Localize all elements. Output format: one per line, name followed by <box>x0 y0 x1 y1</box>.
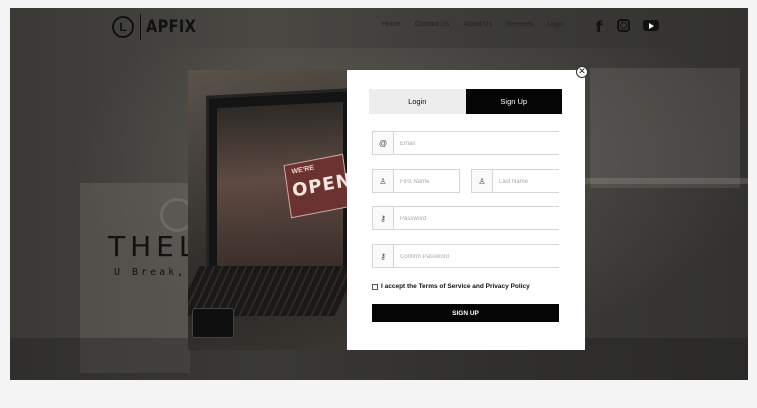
terms-row: I accept the Terms of Service and Privac… <box>372 283 530 290</box>
logo-text[interactable]: APFIX <box>146 17 196 37</box>
password-field: ⚷ <box>372 206 559 230</box>
sign-up-button[interactable]: SIGN UP <box>372 304 559 322</box>
nav-home[interactable]: Home <box>382 21 401 28</box>
nav-about-us[interactable]: About Us <box>463 21 492 28</box>
open-sign-small-text: WE'RE <box>291 164 315 176</box>
hero-title: THEL <box>108 230 200 263</box>
tab-signup[interactable]: Sign Up <box>465 89 562 114</box>
at-icon: @ <box>372 132 394 154</box>
open-sign: WE'RE OPEN <box>283 153 347 219</box>
youtube-icon[interactable] <box>643 20 659 31</box>
key-icon: ⚷ <box>372 245 394 267</box>
logo-icon[interactable]: L <box>112 16 134 38</box>
nav-login[interactable]: Login <box>547 21 564 28</box>
main-nav: Home Contact Us About Us Services Login <box>382 21 578 28</box>
terms-checkbox[interactable] <box>372 283 378 290</box>
open-sign-big-text: OPEN <box>290 169 347 202</box>
close-icon[interactable]: ✕ <box>576 66 588 78</box>
modal-image: WE'RE OPEN <box>188 70 347 350</box>
last-name-field: ♙ <box>471 169 621 193</box>
facebook-icon[interactable]: f <box>592 16 606 38</box>
logo-divider <box>140 14 141 40</box>
auth-tabs: Login Sign Up <box>369 89 562 114</box>
tab-login[interactable]: Login <box>369 89 466 114</box>
phone-illustration <box>192 308 234 338</box>
email-input[interactable] <box>398 136 522 152</box>
first-name-field: ♙ <box>372 169 522 193</box>
email-field: @ <box>372 131 559 155</box>
nav-services[interactable]: Services <box>506 21 533 28</box>
confirm-password-input[interactable] <box>398 249 522 265</box>
nav-contact-us[interactable]: Contact Us <box>415 21 450 28</box>
user-icon: ♙ <box>372 170 394 192</box>
user-icon: ♙ <box>471 170 493 192</box>
monitor-screen: WE'RE OPEN <box>217 101 347 274</box>
background-equipment <box>590 68 740 188</box>
terms-label[interactable]: I accept the Terms of Service and Privac… <box>381 283 530 290</box>
site-header: L APFIX Home Contact Us About Us Service… <box>10 8 748 46</box>
password-input[interactable] <box>398 211 522 227</box>
last-name-input[interactable] <box>497 174 621 190</box>
key-icon: ⚷ <box>372 207 394 229</box>
confirm-password-field: ⚷ <box>372 244 559 268</box>
instagram-icon[interactable] <box>617 19 630 32</box>
